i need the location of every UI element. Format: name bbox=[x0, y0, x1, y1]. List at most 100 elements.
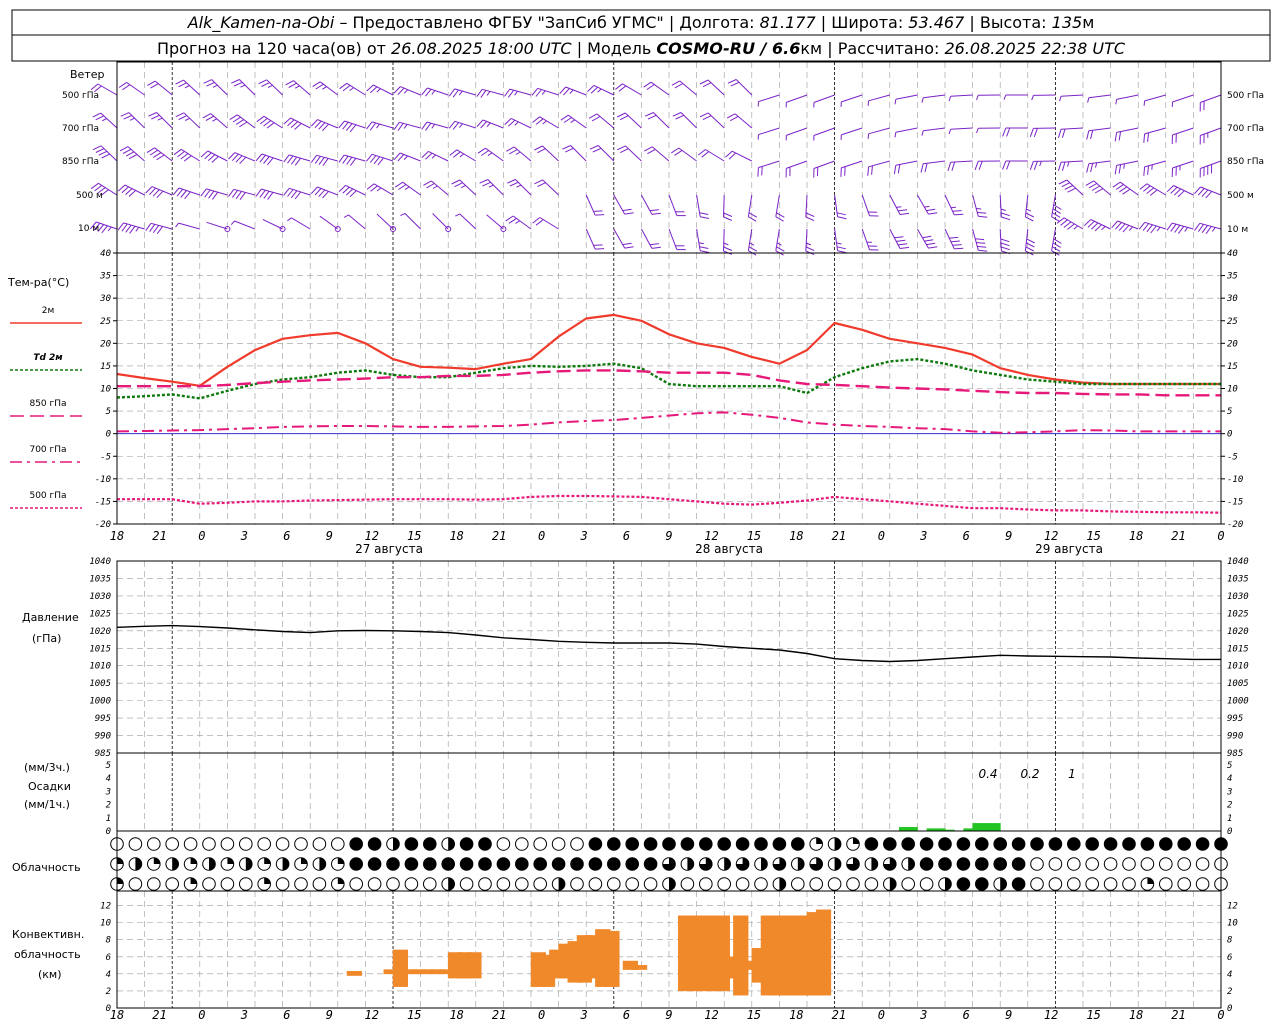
cloud-cover-symbol bbox=[1177, 857, 1191, 871]
wind-barb-feather bbox=[318, 122, 326, 130]
wind-barb-feather bbox=[1061, 182, 1071, 188]
wind-barb-feather bbox=[1111, 220, 1119, 229]
longitude: 81.177 bbox=[760, 13, 817, 32]
wind-barb-feather bbox=[1149, 189, 1158, 196]
wind-title: Ветер bbox=[70, 68, 104, 81]
wind-barb-feather bbox=[101, 225, 108, 234]
wind-barb-feather bbox=[1114, 165, 1118, 175]
xtick-label-bottom: 0 bbox=[878, 1008, 885, 1022]
wind-barb-feather bbox=[119, 146, 129, 152]
cloud-cover-symbol bbox=[349, 857, 364, 871]
cloud-cover-symbol bbox=[1195, 857, 1210, 871]
ytick-label-conv-left: 0 bbox=[106, 1004, 111, 1014]
cloud-cover-symbol bbox=[1067, 837, 1081, 851]
cloud-cover-fill bbox=[669, 877, 676, 891]
cloud-cover-symbol bbox=[478, 857, 492, 871]
wind-barb-feather bbox=[421, 121, 428, 130]
wind-barb-staff bbox=[1144, 127, 1166, 135]
wind-barb-feather bbox=[1094, 188, 1104, 194]
wind-barb-feather bbox=[1118, 131, 1122, 141]
wind-barb-feather bbox=[95, 115, 105, 121]
wind-barb-feather bbox=[448, 120, 456, 129]
wind-barb-feather bbox=[896, 206, 902, 208]
cloud-cover-symbol bbox=[312, 877, 327, 891]
xtick-label-bottom: 3 bbox=[919, 1008, 927, 1022]
cloud-cover-symbol bbox=[1085, 857, 1099, 871]
wind-barb-feather bbox=[954, 247, 964, 250]
wind-barb-feather bbox=[1029, 128, 1034, 137]
ytick-label-conv-right: 4 bbox=[1227, 970, 1232, 980]
wind-barb-feather bbox=[120, 112, 130, 117]
cloud-cover-fill bbox=[816, 837, 823, 844]
wind-barb-feather bbox=[318, 189, 326, 197]
wind-barb-feather bbox=[202, 113, 212, 119]
xtick-label-bottom: 15 bbox=[1086, 1008, 1100, 1022]
precip-value-2: 0.2 bbox=[1020, 767, 1039, 781]
wind-barb-feather bbox=[836, 212, 846, 216]
wind-barb-feather bbox=[893, 165, 897, 175]
cloud-cover-fill bbox=[871, 857, 878, 871]
wind-barb-feather bbox=[1166, 185, 1174, 193]
cloud-cover-symbol bbox=[791, 877, 805, 891]
ytick-label-temp-left: 30 bbox=[99, 294, 111, 304]
wind-barb-feather bbox=[978, 161, 983, 170]
cloud-cover-fill bbox=[687, 857, 694, 871]
wind-barb-feather bbox=[1053, 204, 1062, 210]
cloud-cover-fill bbox=[393, 837, 400, 851]
wind-barb-feather bbox=[315, 83, 324, 90]
wind-barb-feather bbox=[421, 87, 428, 96]
wind-barb-feather bbox=[479, 179, 489, 184]
header-line-1: Alk_Kamen-na-Obi – Предоставлено ФГБУ "З… bbox=[187, 13, 1095, 33]
ytick-label-press-right: 995 bbox=[1227, 714, 1243, 724]
ytick-label-press-right: 1015 bbox=[1227, 644, 1249, 654]
wind-barb-staff bbox=[178, 187, 200, 196]
wind-barb-feather bbox=[152, 225, 160, 233]
temp-title: Тем-ра(°С) bbox=[7, 276, 69, 289]
wind-barb-feather bbox=[1025, 246, 1035, 252]
wind-barb-feather bbox=[1177, 226, 1185, 234]
wind-barb-staff bbox=[861, 194, 870, 216]
cloud-cover-symbol bbox=[533, 837, 548, 851]
wind-level-right: 10 м bbox=[1227, 225, 1248, 235]
wind-barb-feather bbox=[515, 151, 521, 155]
xtick-label-bottom: 9 bbox=[1005, 1008, 1012, 1022]
wind-barb-feather bbox=[128, 154, 138, 160]
wind-barb-staff bbox=[950, 94, 973, 97]
wind-barb-feather bbox=[509, 181, 519, 187]
wind-barb-feather bbox=[978, 249, 988, 252]
ytick-label-temp-right: 10 bbox=[1227, 385, 1238, 395]
wind-barb-feather bbox=[805, 246, 815, 252]
wind-barb-feather bbox=[534, 179, 543, 185]
cloud-cover-symbol bbox=[570, 877, 584, 891]
wind-barb-feather bbox=[1067, 161, 1070, 167]
cloud-cover-symbol bbox=[496, 837, 511, 851]
wind-barb-feather bbox=[322, 158, 329, 166]
wind-barb-feather bbox=[156, 226, 163, 234]
ytick-label-precip-left: 1 bbox=[106, 814, 111, 824]
wind-barb-feather bbox=[726, 113, 736, 119]
wind-barb-feather bbox=[776, 212, 785, 218]
wind-barb-feather bbox=[898, 209, 908, 212]
wind-barb-feather bbox=[200, 188, 207, 197]
cloud-cover-symbol bbox=[202, 877, 216, 891]
xtick-label-bottom: 15 bbox=[747, 1008, 761, 1022]
wind-barb-feather bbox=[672, 112, 682, 117]
wind-barb-feather bbox=[322, 123, 329, 132]
conv-cloud-bar bbox=[346, 971, 362, 976]
cloud-cover-symbol bbox=[699, 837, 713, 851]
wind-barb-staff bbox=[539, 217, 559, 230]
wind-barb-staff bbox=[261, 153, 283, 162]
wind-barb-feather bbox=[178, 115, 188, 120]
wind-barb-staff bbox=[459, 213, 477, 230]
wind-barb-feather bbox=[342, 155, 349, 164]
wind-barb-feather bbox=[976, 95, 979, 101]
cloud-cover-symbol bbox=[386, 877, 400, 891]
wind-barb-feather bbox=[1142, 223, 1150, 231]
cloud-cover-symbol bbox=[404, 857, 419, 871]
wind-barb-feather bbox=[564, 147, 574, 153]
wind-barbs-panel bbox=[90, 79, 1222, 256]
cloud-cover-symbol bbox=[993, 837, 1008, 851]
wind-barb-staff bbox=[319, 215, 339, 230]
precip-unit-1h: (мм/1ч.) bbox=[24, 798, 70, 811]
wind-barb-feather bbox=[393, 86, 401, 94]
